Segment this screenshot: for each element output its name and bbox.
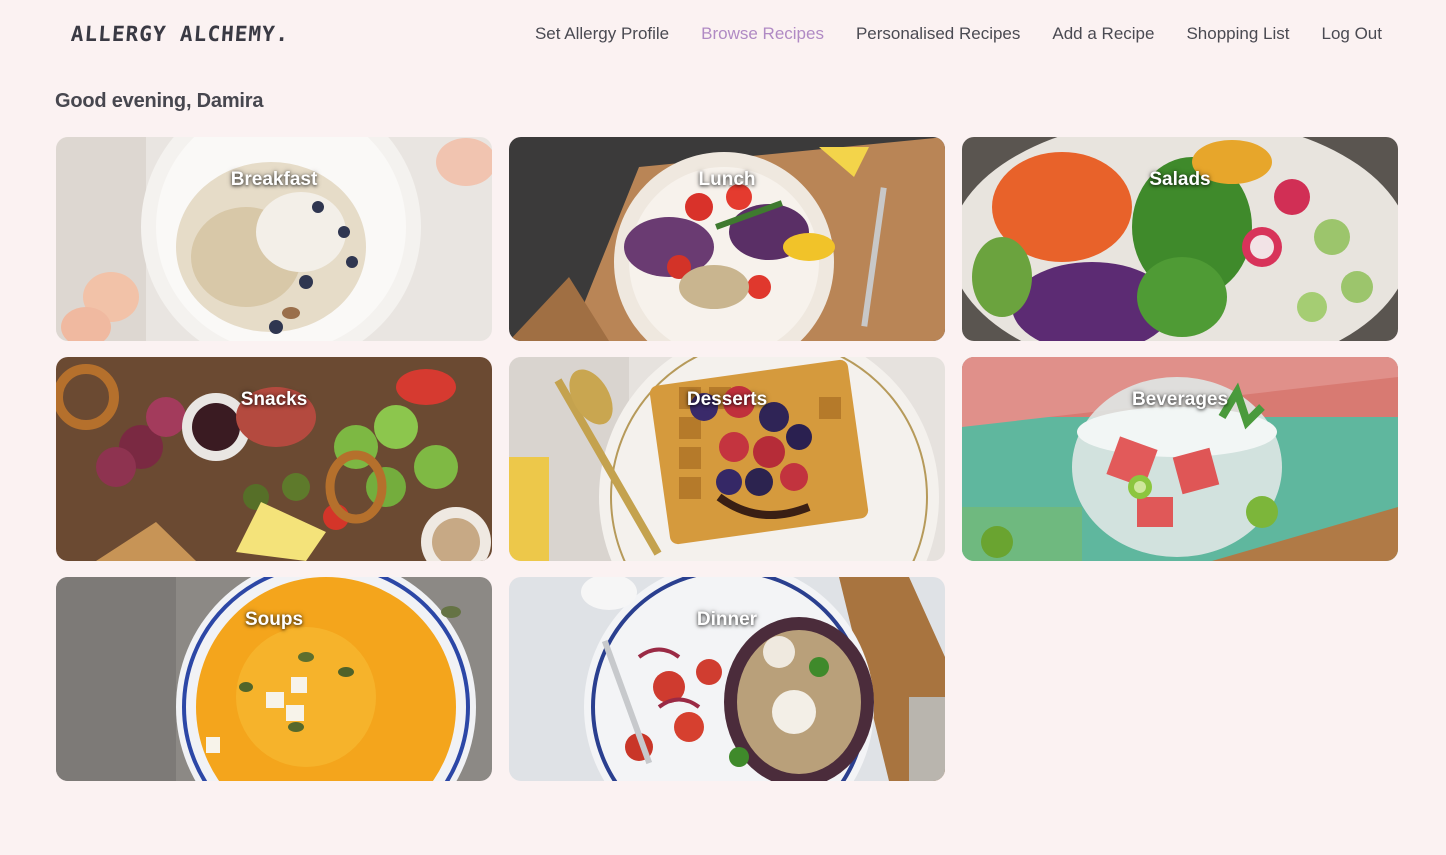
category-label-breakfast: Breakfast bbox=[230, 169, 318, 190]
category-grid: Breakfast Lunch Salads Snacks Desserts B… bbox=[56, 137, 1398, 781]
category-card-lunch[interactable]: Lunch bbox=[509, 137, 945, 341]
category-card-breakfast[interactable]: Breakfast bbox=[56, 137, 492, 341]
watermelon-drink-image bbox=[962, 357, 1398, 561]
category-label-soups: Soups bbox=[244, 609, 304, 630]
nav-browse-recipes[interactable]: Browse Recipes bbox=[701, 24, 824, 44]
salad-plate-image bbox=[509, 137, 945, 341]
nav-set-allergy-profile[interactable]: Set Allergy Profile bbox=[535, 24, 669, 44]
greeting-heading: Good evening, Damira bbox=[55, 90, 264, 112]
nav-log-out[interactable]: Log Out bbox=[1322, 24, 1383, 44]
waffle-berries-image bbox=[509, 357, 945, 561]
vegetable-salad-image bbox=[962, 137, 1398, 341]
category-label-desserts: Desserts bbox=[686, 389, 768, 410]
pumpkin-soup-image bbox=[56, 577, 492, 781]
category-card-desserts[interactable]: Desserts bbox=[509, 357, 945, 561]
category-label-dinner: Dinner bbox=[696, 609, 758, 630]
snack-board-image bbox=[56, 357, 492, 561]
top-navbar: ALLERGY ALCHEMY. Set Allergy Profile Bro… bbox=[0, 0, 1446, 72]
category-card-soups[interactable]: Soups bbox=[56, 577, 492, 781]
category-card-salads[interactable]: Salads bbox=[962, 137, 1398, 341]
category-label-snacks: Snacks bbox=[240, 389, 308, 410]
category-label-beverages: Beverages bbox=[1131, 389, 1229, 410]
nav-add-recipe[interactable]: Add a Recipe bbox=[1052, 24, 1154, 44]
stuffed-eggplant-image bbox=[509, 577, 945, 781]
brand-logo[interactable]: ALLERGY ALCHEMY. bbox=[70, 22, 290, 46]
category-card-snacks[interactable]: Snacks bbox=[56, 357, 492, 561]
oatmeal-bowl-image bbox=[56, 137, 492, 341]
nav-personalised-recipes[interactable]: Personalised Recipes bbox=[856, 24, 1020, 44]
category-card-dinner[interactable]: Dinner bbox=[509, 577, 945, 781]
nav-shopping-list[interactable]: Shopping List bbox=[1186, 24, 1289, 44]
main-nav: Set Allergy Profile Browse Recipes Perso… bbox=[535, 24, 1382, 44]
category-label-salads: Salads bbox=[1149, 169, 1211, 190]
category-card-beverages[interactable]: Beverages bbox=[962, 357, 1398, 561]
category-label-lunch: Lunch bbox=[698, 169, 756, 190]
